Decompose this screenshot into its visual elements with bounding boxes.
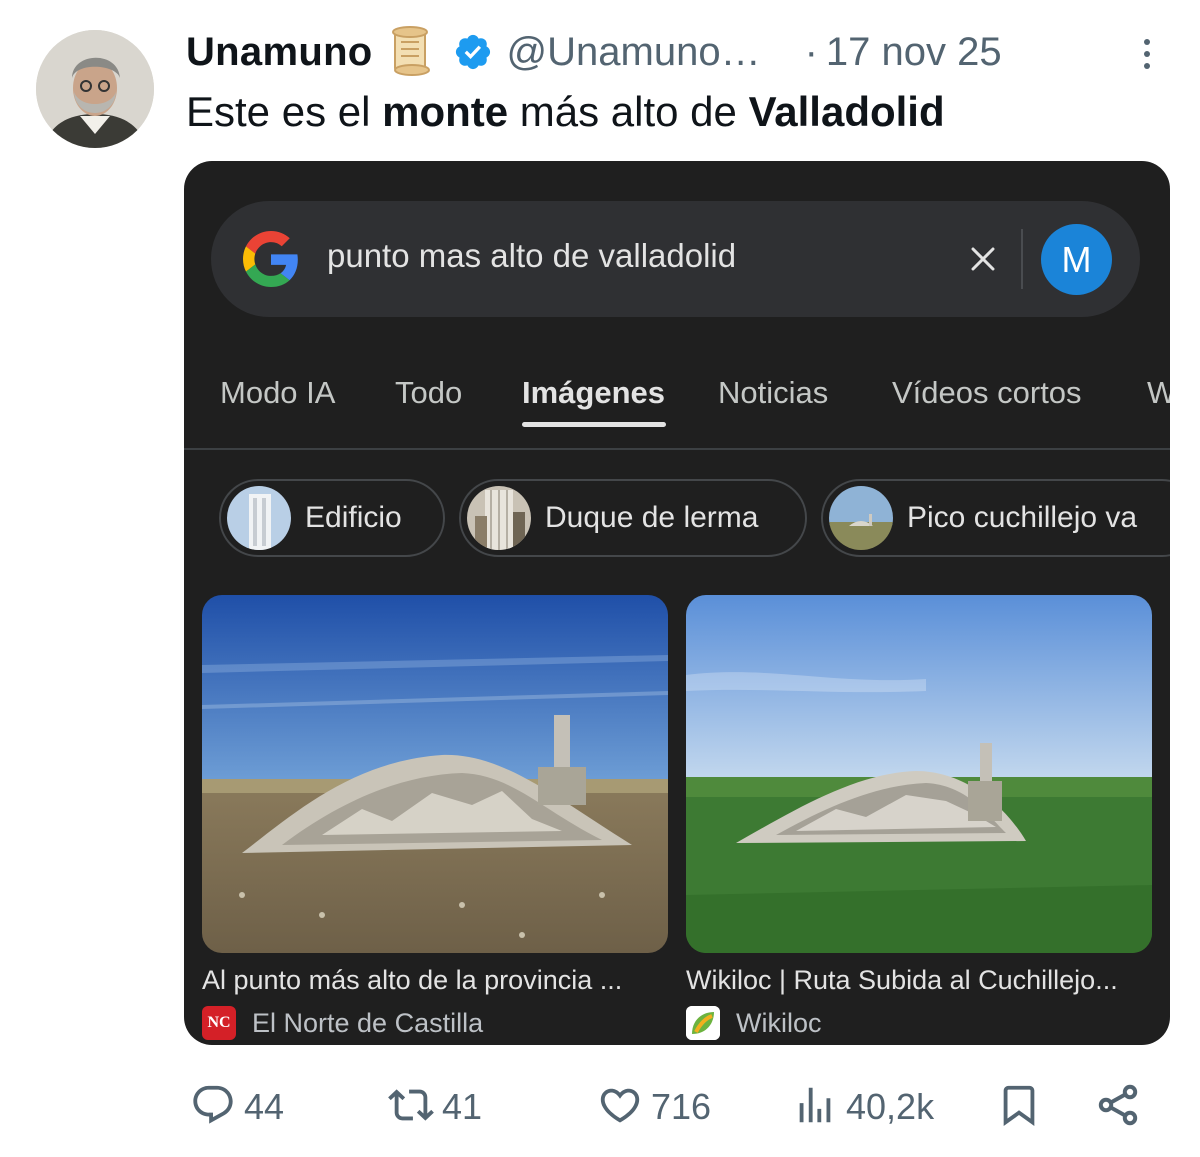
tweet-text-part: más alto de — [508, 88, 749, 135]
active-tab-indicator — [522, 422, 666, 427]
result-source[interactable]: NC El Norte de Castilla — [202, 1006, 668, 1040]
chip-pico-cuchillejo[interactable]: Pico cuchillejo va — [821, 479, 1170, 557]
tweet-action-bar: 44 41 716 40,2k — [0, 1082, 1200, 1132]
search-query-text[interactable]: punto mas alto de valladolid — [327, 237, 736, 275]
views-button[interactable]: 40,2k — [792, 1082, 934, 1132]
repost-icon — [388, 1082, 434, 1133]
account-avatar[interactable]: M — [1041, 224, 1112, 295]
like-count: 716 — [651, 1086, 712, 1127]
chip-thumbnail — [829, 486, 893, 550]
chip-label: Edificio — [305, 501, 402, 534]
author-avatar[interactable] — [36, 30, 154, 148]
reply-button[interactable]: 44 — [190, 1082, 284, 1132]
result-thumbnail[interactable] — [202, 595, 668, 953]
like-button[interactable]: 716 — [597, 1082, 711, 1132]
image-result-2[interactable]: Wikiloc | Ruta Subida al Cuchillejo... W… — [686, 595, 1152, 1040]
tab-videos-cortos[interactable]: Vídeos cortos — [892, 375, 1082, 411]
tweet-date[interactable]: 17 nov 25 — [826, 30, 1002, 75]
analytics-icon — [792, 1082, 838, 1133]
source-name: Wikiloc — [736, 1007, 822, 1038]
reply-count: 44 — [244, 1086, 285, 1127]
tweet-text-part: Este es el — [186, 88, 383, 135]
repost-count: 41 — [442, 1086, 483, 1127]
google-logo-icon — [243, 231, 299, 292]
author-handle[interactable]: @Unamuno… — [507, 30, 761, 75]
reply-icon — [190, 1082, 236, 1133]
tweet-text-bold: Valladolid — [748, 88, 945, 135]
result-title[interactable]: Wikiloc | Ruta Subida al Cuchillejo... — [686, 965, 1152, 996]
chip-thumbnail — [227, 486, 291, 550]
bookmark-button[interactable] — [996, 1082, 1042, 1132]
source-name: El Norte de Castilla — [252, 1007, 484, 1038]
tab-modo-ia[interactable]: Modo IA — [220, 375, 335, 411]
share-icon — [1094, 1081, 1142, 1134]
scroll-icon — [385, 26, 437, 78]
tab-noticias[interactable]: Noticias — [718, 375, 828, 411]
result-thumbnail[interactable] — [686, 595, 1152, 953]
wikiloc-icon — [686, 1006, 720, 1040]
share-button[interactable] — [1094, 1082, 1142, 1132]
view-count: 40,2k — [846, 1086, 935, 1127]
chip-label: Pico cuchillejo va — [907, 501, 1138, 534]
source-icon-text: NC — [207, 1014, 231, 1031]
image-result-1[interactable]: Al punto más alto de la provincia ... NC… — [202, 595, 668, 1040]
chip-edificio[interactable]: Edificio — [219, 479, 445, 557]
tweet-media-image[interactable]: punto mas alto de valladolid M Modo IA T… — [184, 161, 1170, 1045]
repost-button[interactable]: 41 — [388, 1082, 482, 1132]
tab-imagenes[interactable]: Imágenes — [522, 375, 665, 411]
tweet-text-bold: monte — [382, 88, 509, 135]
heart-icon — [597, 1082, 643, 1133]
tweet-header: Unamuno @Unamuno… · 17 nov 25 — [186, 26, 1002, 78]
search-bar[interactable]: punto mas alto de valladolid M — [211, 201, 1140, 317]
tweet-text: Este es el monte más alto de Valladolid — [186, 86, 945, 138]
result-title[interactable]: Al punto más alto de la provincia ... — [202, 965, 668, 996]
result-source[interactable]: Wikiloc — [686, 1006, 1152, 1040]
chip-thumbnail — [467, 486, 531, 550]
bookmark-icon — [996, 1082, 1042, 1133]
separator-dot: · — [804, 29, 818, 74]
chip-label: Duque de lerma — [545, 501, 759, 534]
tab-w[interactable]: W — [1147, 375, 1170, 411]
divider — [1021, 229, 1023, 289]
divider — [184, 448, 1170, 450]
tab-todo[interactable]: Todo — [395, 375, 462, 411]
chip-duque-de-lerma[interactable]: Duque de lerma — [459, 479, 807, 557]
display-name[interactable]: Unamuno — [186, 30, 373, 75]
el-norte-de-castilla-icon: NC — [202, 1006, 236, 1040]
clear-search-icon[interactable] — [963, 239, 1003, 279]
verified-badge-icon[interactable] — [453, 32, 493, 72]
more-icon[interactable] — [1132, 32, 1162, 76]
